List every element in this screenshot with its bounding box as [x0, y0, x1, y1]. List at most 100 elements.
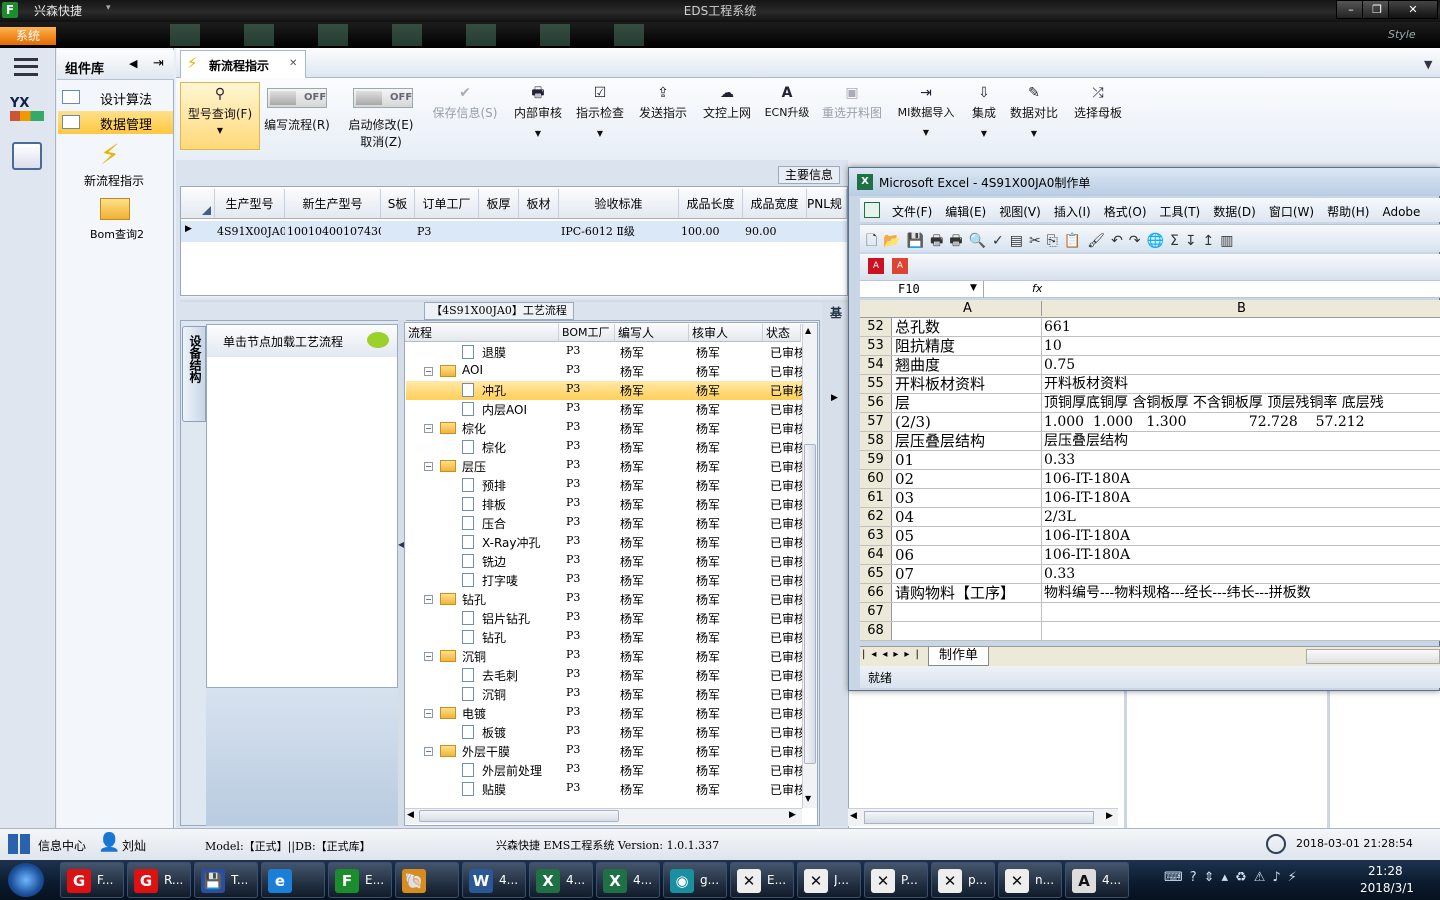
tree-row[interactable]: 预排 P3 杨军 杨军 已审核 [406, 476, 802, 495]
tree-row[interactable]: − 沉铜 P3 杨军 杨军 已审核 [406, 647, 802, 666]
excel-menu-item[interactable]: 数据(D) [1213, 205, 1256, 219]
grid-cell[interactable]: 100.00 [679, 222, 743, 242]
tree-row[interactable]: 钻孔 P3 杨军 杨军 已审核 [406, 628, 802, 647]
pdf-icon[interactable]: A [868, 258, 884, 274]
toolbar-icons[interactable]: 🗋📂💾🖶🖶🔍✓▤✂⎘📋🖌↶↷🌐Σ↧↥▥ [866, 230, 1426, 254]
cell-a[interactable]: (2/3) [894, 413, 1042, 431]
mi-data-import-button[interactable]: ⇥ MI数据导入 ▼ [890, 82, 962, 150]
cell-a[interactable]: 层压叠层结构 [894, 432, 1042, 450]
row-number[interactable]: 61 [860, 489, 892, 507]
toggle-switch[interactable]: OFF [267, 88, 327, 108]
taskbar-button[interactable]: ✕ n... [998, 862, 1062, 898]
cell-b[interactable]: 2/3L [1043, 508, 1440, 526]
data-compare-button[interactable]: ✎ 数据对比 ▼ [1006, 82, 1062, 150]
column-header[interactable]: 订单工厂 [415, 189, 479, 219]
spreadsheet-row[interactable]: 60 02 106-IT-180A [860, 470, 1440, 489]
tree-row[interactable]: − 层压 P3 杨军 杨军 已审核 [406, 457, 802, 476]
scroll-up-icon[interactable]: ▲ [805, 326, 811, 335]
save-info-button[interactable]: ✔ 保存信息(S) [428, 82, 502, 150]
cell-a[interactable]: 04 [894, 508, 1042, 526]
collapse-toggle-icon[interactable]: − [424, 367, 433, 376]
scroll-left-icon[interactable]: ◀ [407, 810, 414, 820]
row-number[interactable]: 52 [860, 318, 892, 336]
column-header[interactable]: 核审人 [689, 324, 763, 342]
tab-close-icon[interactable]: ✕ [289, 58, 297, 69]
row-number[interactable]: 54 [860, 356, 892, 374]
yx-factory-icon[interactable]: YX [10, 96, 44, 128]
send-instruction-button[interactable]: ⇪ 发送指示 [634, 82, 692, 150]
spreadsheet-row[interactable]: 63 05 106-IT-180A [860, 527, 1440, 546]
cell-a[interactable]: 阻抗精度 [894, 337, 1042, 355]
integrate-button[interactable]: ⇩ 集成 ▼ [966, 82, 1002, 150]
collapse-toggle-icon[interactable]: − [424, 462, 433, 471]
tree-row[interactable]: − AOI P3 杨军 杨军 已审核 [406, 362, 802, 381]
spreadsheet-row[interactable]: 54 翘曲度 0.75 [860, 356, 1440, 375]
taskbar-button[interactable]: 💾 T... [194, 862, 258, 898]
column-header[interactable]: PNL规 [807, 189, 847, 219]
cell-b[interactable]: 10 [1043, 337, 1440, 355]
tree-row[interactable]: 打字唛 P3 杨军 杨军 已审核 [406, 571, 802, 590]
nav-item-design-algorithm[interactable]: 设计算法 [58, 86, 173, 109]
tree-row[interactable]: − 外层干膜 P3 杨军 杨军 已审核 [406, 742, 802, 761]
tree-row[interactable]: 铝片钻孔 P3 杨军 杨军 已审核 [406, 609, 802, 628]
taskbar-button[interactable]: e [261, 862, 325, 898]
cell-a[interactable]: 层 [894, 394, 1042, 412]
scroll-down-icon[interactable]: ▼ [805, 794, 811, 803]
cell-b[interactable]: 106-IT-180A [1043, 546, 1440, 564]
scroll-thumb[interactable] [419, 810, 619, 822]
taskbar-button[interactable]: A 4... [1065, 862, 1129, 898]
grid-cell[interactable]: 4S91X00JA0 [215, 222, 285, 242]
cell-a[interactable]: 总孔数 [894, 318, 1042, 336]
cell-b[interactable] [1043, 603, 1440, 621]
taskbar-button[interactable]: ✕ E... [730, 862, 794, 898]
scroll-left-icon[interactable]: ◀ [850, 811, 857, 821]
spreadsheet-row[interactable]: 62 04 2/3L [860, 508, 1440, 527]
column-a-header[interactable]: A [894, 301, 1042, 316]
tree-row[interactable]: 贴膜 P3 杨军 杨军 已审核 [406, 780, 802, 799]
column-header[interactable]: 编写人 [615, 324, 689, 342]
tree-row[interactable]: − 电镀 P3 杨军 杨军 已审核 [406, 704, 802, 723]
toggle-switch[interactable]: OFF [353, 88, 413, 108]
spreadsheet-row[interactable]: 61 03 106-IT-180A [860, 489, 1440, 508]
style-label[interactable]: Style [1388, 28, 1416, 41]
tab-new-process[interactable]: ⚡ 新流程指示 ✕ [180, 50, 306, 79]
cancel-label[interactable]: 取消(Z) [346, 133, 416, 150]
row-number[interactable]: 56 [860, 394, 892, 412]
cell-a[interactable]: 开料板材资料 [894, 375, 1042, 393]
pdf-mail-icon[interactable]: A [892, 258, 908, 274]
horizontal-scrollbar[interactable] [1306, 649, 1440, 664]
column-header[interactable]: 状态 [763, 324, 801, 342]
taskbar-date[interactable]: 2018/3/1 [1360, 881, 1414, 895]
cell-b[interactable]: 106-IT-180A [1043, 489, 1440, 507]
collapse-toggle-icon[interactable]: − [424, 595, 433, 604]
cell-a[interactable]: 请购物料【工序】 [894, 584, 1042, 602]
excel-menu-item[interactable]: 插入(I) [1054, 205, 1091, 219]
select-mother-board-button[interactable]: ⤮ 选择母板 [1068, 82, 1128, 150]
cell-b[interactable] [1043, 622, 1440, 640]
row-number[interactable]: 59 [860, 451, 892, 469]
row-number[interactable]: 55 [860, 375, 892, 393]
taskbar-button[interactable]: G F... [60, 862, 124, 898]
taskbar-button[interactable]: X 4... [596, 862, 660, 898]
pin-arrow-icon[interactable]: ⇥ [153, 56, 164, 71]
excel-menu-item[interactable]: 工具(T) [1160, 205, 1201, 219]
horizontal-scrollbar[interactable]: ◀ ▶ [405, 808, 802, 824]
spreadsheet-row[interactable]: 66 请购物料【工序】 物料编号---物料规格---经长---纬长---拼板数 [860, 584, 1440, 603]
grid-apps-icon[interactable] [8, 834, 30, 854]
cell-a[interactable]: 02 [894, 470, 1042, 488]
column-header[interactable]: 生产型号 [215, 189, 285, 219]
spreadsheet-row[interactable]: 64 06 106-IT-180A [860, 546, 1440, 565]
tab-list-dropdown-icon[interactable]: ▼ [1424, 58, 1432, 71]
grid-cell[interactable]: P3 [415, 222, 479, 242]
column-header[interactable]: 板厚 [479, 189, 519, 219]
excel-menu-item[interactable]: 编辑(E) [945, 205, 986, 219]
scroll-thumb[interactable] [864, 811, 1094, 824]
cell-a[interactable]: 06 [894, 546, 1042, 564]
collapse-toggle-icon[interactable]: − [424, 424, 433, 433]
cell-a[interactable]: 03 [894, 489, 1042, 507]
sheet-tab[interactable]: 制作单 [928, 647, 990, 666]
row-number[interactable]: 57 [860, 413, 892, 431]
expand-right-icon[interactable]: ▶ [831, 393, 838, 403]
spreadsheet-row[interactable]: 52 总孔数 661 [860, 318, 1440, 337]
start-modify-toggle[interactable]: OFF 启动修改(E) 取消(Z) [346, 82, 416, 150]
